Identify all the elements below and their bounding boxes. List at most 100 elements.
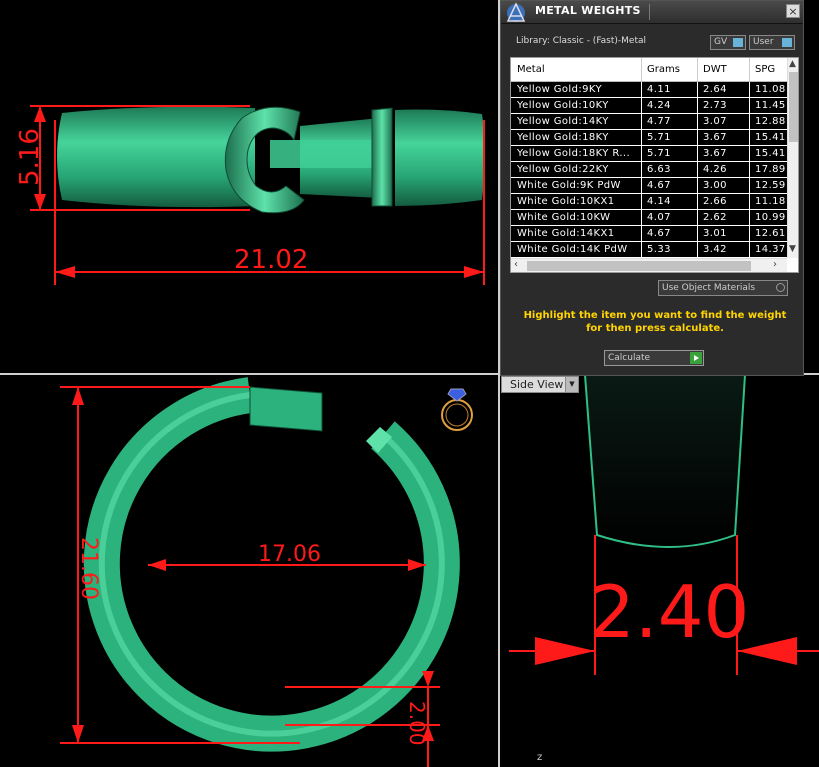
- library-label: Library: Classic - (Fast)-Metal: [516, 36, 647, 46]
- cell-metal: White Gold:9K PdW: [517, 180, 621, 191]
- cell-grams: 4.77: [647, 116, 671, 127]
- table-row[interactable]: White Gold:14K PdW 5.33 3.42 14.37: [511, 242, 787, 258]
- user-toggle-label: User: [753, 37, 774, 47]
- cell-spg: 17.89: [755, 164, 786, 175]
- front-width-dim: 21.02: [234, 245, 308, 275]
- cell-metal: White Gold:14K PdW: [517, 244, 628, 255]
- calculate-label: Calculate: [608, 353, 651, 363]
- cell-grams: 6.63: [647, 164, 671, 175]
- ring-view-icon[interactable]: [441, 388, 473, 431]
- cell-grams: 5.71: [647, 148, 671, 159]
- table-row[interactable]: Yellow Gold:22KY 6.63 4.26 17.89: [511, 162, 787, 178]
- cell-dwt: 2.62: [703, 212, 727, 223]
- table-header: Metal Grams DWT SPG: [511, 58, 787, 82]
- table-row[interactable]: Yellow Gold:10KY 4.24 2.73 11.45: [511, 98, 787, 114]
- calculate-button[interactable]: Calculate: [604, 350, 704, 366]
- table-row[interactable]: White Gold:14KX1 4.67 3.01 12.61: [511, 226, 787, 242]
- top-outer-dim: 21.60: [76, 537, 101, 600]
- gv-toggle[interactable]: GV: [710, 35, 746, 50]
- cell-spg: 12.59: [755, 180, 786, 191]
- cell-metal: Yellow Gold:18KY: [517, 132, 609, 143]
- cell-dwt: 3.67: [703, 148, 727, 159]
- cell-dwt: 2.64: [703, 84, 727, 95]
- cell-grams: 5.71: [647, 132, 671, 143]
- cell-dwt: 3.07: [703, 116, 727, 127]
- column-header-dwt[interactable]: DWT: [703, 64, 727, 75]
- side-view-drawing: 2.40: [509, 375, 819, 675]
- viewport-side[interactable]: 2.40: [501, 375, 819, 767]
- table-row[interactable]: Yellow Gold:9KY 4.11 2.64 11.08: [511, 82, 787, 98]
- play-icon: [690, 352, 702, 364]
- hint-text: Highlight the item you want to find the …: [523, 310, 787, 334]
- top-thickness-dim: 2.00: [405, 701, 429, 746]
- panel-title: METAL WEIGHTS: [535, 4, 641, 17]
- scroll-right-icon[interactable]: ›: [773, 259, 777, 270]
- cell-metal: Yellow Gold:10KY: [517, 100, 609, 111]
- cell-grams: 4.24: [647, 100, 671, 111]
- cell-dwt: 2.73: [703, 100, 727, 111]
- chevron-down-icon[interactable]: ▼: [565, 377, 578, 392]
- cell-metal: Yellow Gold:14KY: [517, 116, 609, 127]
- cell-metal: White Gold:10KX1: [517, 196, 615, 207]
- front-height-dim: 5.16: [15, 128, 45, 186]
- vertical-scrollbar[interactable]: ▲ ▼: [787, 58, 798, 258]
- cell-dwt: 4.26: [703, 164, 727, 175]
- side-view-selector[interactable]: Side View ▼: [501, 376, 579, 393]
- use-object-materials-toggle[interactable]: Use Object Materials: [658, 280, 788, 296]
- scroll-left-icon[interactable]: ‹: [514, 259, 518, 270]
- cell-metal: Yellow Gold:18KY R...: [517, 148, 631, 159]
- top-view-drawing: 21.60 17.06 2.00: [60, 377, 473, 767]
- close-button[interactable]: ×: [786, 4, 800, 18]
- cell-metal: Yellow Gold:22KY: [517, 164, 609, 175]
- metal-table[interactable]: Metal Grams DWT SPG Yellow Gold:9KY 4.11 2…: [510, 57, 799, 273]
- user-toggle[interactable]: User: [749, 35, 795, 50]
- cell-spg: 12.88: [755, 116, 786, 127]
- side-thickness-dim: 2.40: [589, 570, 749, 654]
- cell-dwt: 2.66: [703, 196, 727, 207]
- cell-grams: 4.67: [647, 228, 671, 239]
- cell-spg: 11.18: [755, 196, 786, 207]
- panel-title-bar[interactable]: METAL WEIGHTS ×: [501, 1, 803, 24]
- ring-side-profile: [583, 375, 747, 548]
- scroll-up-icon[interactable]: ▲: [789, 59, 796, 69]
- viewport-top[interactable]: 21.60 17.06 2.00: [0, 375, 498, 767]
- cell-spg: 15.41: [755, 132, 786, 143]
- cell-grams: 4.07: [647, 212, 671, 223]
- cell-dwt: 3.01: [703, 228, 727, 239]
- axis-z-label: z: [537, 752, 543, 763]
- top-inner-dim: 17.06: [258, 542, 321, 567]
- cell-spg: 15.41: [755, 148, 786, 159]
- cell-dwt: 3.00: [703, 180, 727, 191]
- side-view-label: Side View: [510, 378, 564, 391]
- cell-grams: 4.67: [647, 180, 671, 191]
- table-row[interactable]: White Gold:10KW 4.07 2.62 10.99: [511, 210, 787, 226]
- close-icon: ×: [788, 5, 798, 18]
- cell-grams: 4.11: [647, 84, 671, 95]
- cell-metal: White Gold:10KW: [517, 212, 611, 223]
- viewport-front[interactable]: 5.16 21.02: [0, 0, 498, 373]
- table-row[interactable]: Yellow Gold:18KY 5.71 3.67 15.41: [511, 130, 787, 146]
- cell-spg: 10.99: [755, 212, 786, 223]
- table-row[interactable]: White Gold:9K PdW 4.67 3.00 12.59: [511, 178, 787, 194]
- column-header-metal[interactable]: Metal: [517, 64, 545, 75]
- cell-spg: 14.37: [755, 244, 786, 255]
- horizontal-scroll-thumb[interactable]: [527, 261, 751, 271]
- scroll-down-icon[interactable]: ▼: [789, 244, 796, 254]
- column-header-spg[interactable]: SPG: [755, 64, 775, 75]
- table-row[interactable]: Yellow Gold:14KY 4.77 3.07 12.88: [511, 114, 787, 130]
- cell-spg: 11.45: [755, 100, 786, 111]
- cell-dwt: 3.42: [703, 244, 727, 255]
- gv-toggle-label: GV: [714, 37, 728, 47]
- cell-spg: 12.61: [755, 228, 786, 239]
- column-header-grams[interactable]: Grams: [647, 64, 680, 75]
- table-row[interactable]: Yellow Gold:18KY R... 5.71 3.67 15.41: [511, 146, 787, 162]
- vertical-scroll-thumb[interactable]: [789, 72, 798, 142]
- app-logo-icon: [506, 2, 526, 22]
- cell-grams: 5.33: [647, 244, 671, 255]
- table-row[interactable]: White Gold:10KX1 4.14 2.66 11.18: [511, 194, 787, 210]
- horizontal-scrollbar[interactable]: ‹ ›: [511, 258, 787, 272]
- cell-metal: White Gold:14KX1: [517, 228, 615, 239]
- cell-metal: Yellow Gold:9KY: [517, 84, 602, 95]
- cell-grams: 4.14: [647, 196, 671, 207]
- cell-dwt: 3.67: [703, 132, 727, 143]
